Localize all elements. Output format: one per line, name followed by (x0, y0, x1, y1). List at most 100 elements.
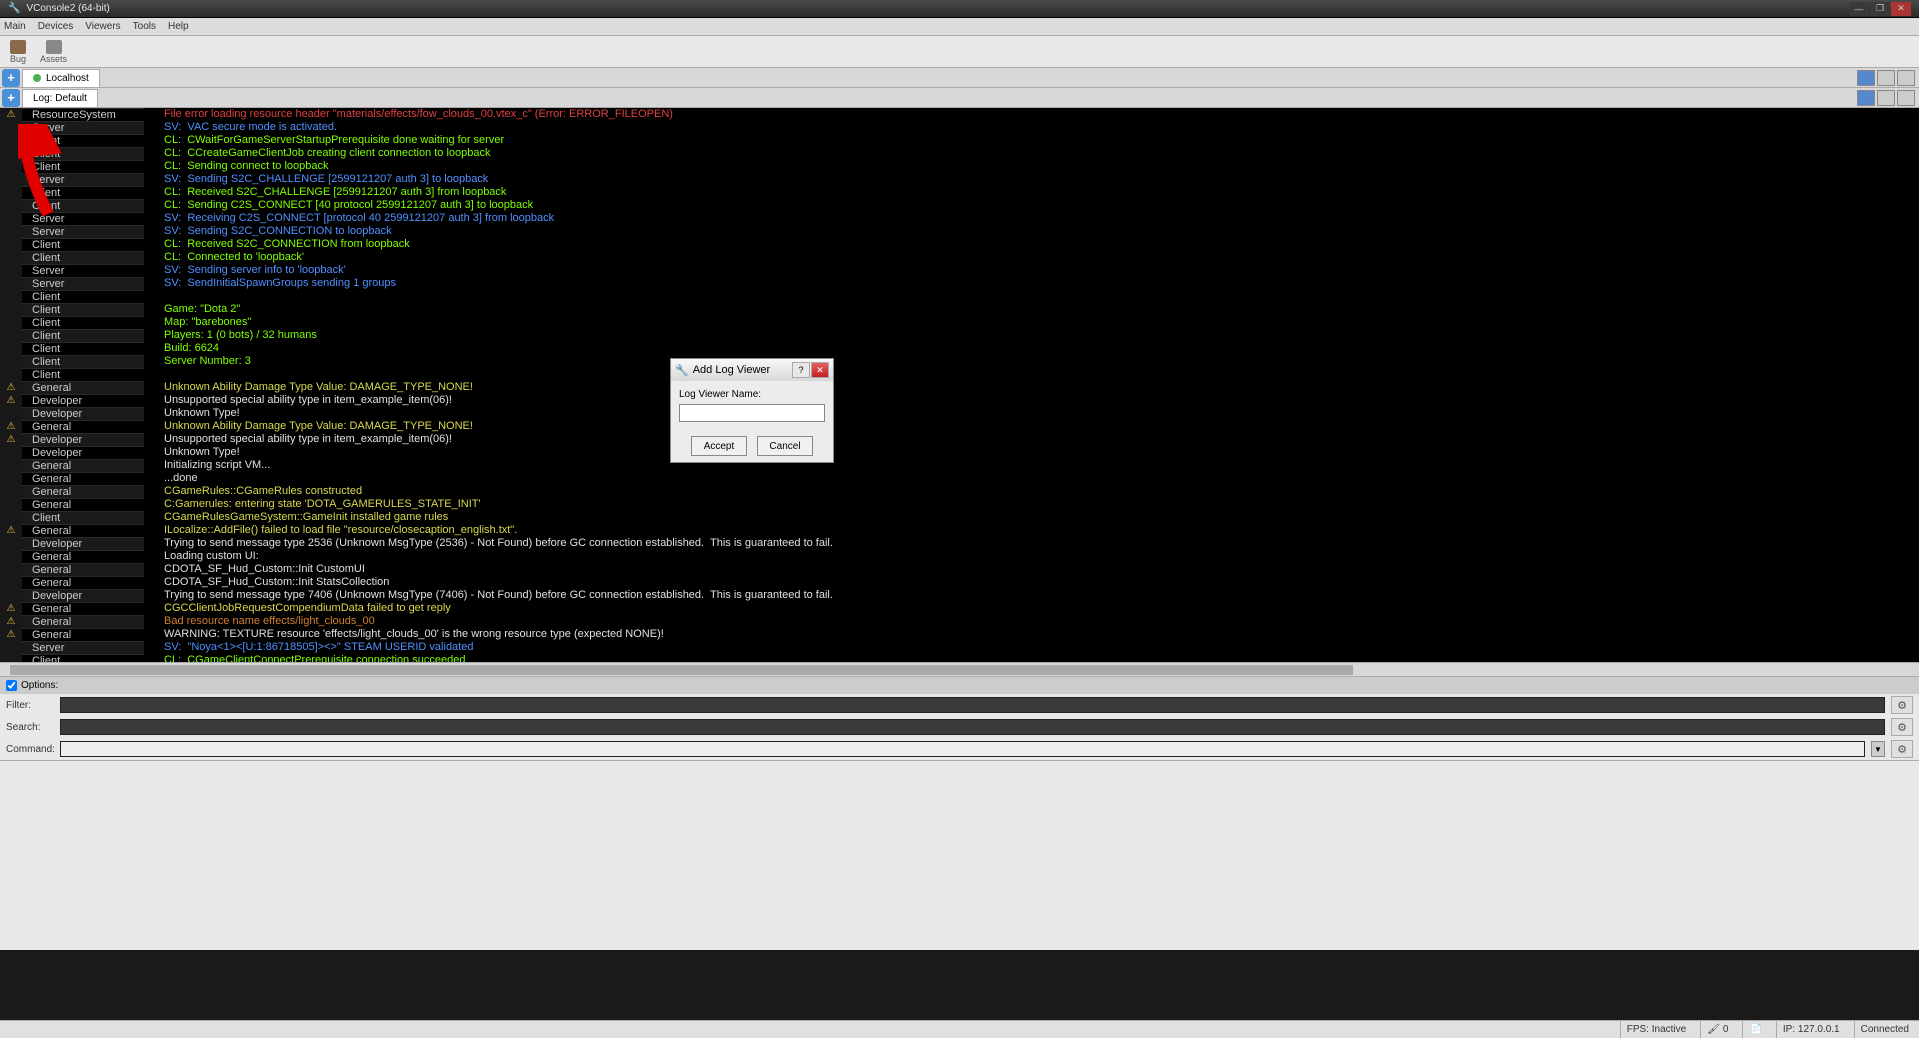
dialog-help-button[interactable]: ? (792, 362, 810, 378)
log-source: ResourceSystem (22, 108, 144, 121)
log-row[interactable]: DeveloperUnknown Type! (0, 407, 1919, 420)
log-row[interactable]: ⚠GeneralBad resource name effects/light_… (0, 615, 1919, 628)
log-source: General (22, 420, 144, 433)
view-split-v-button[interactable] (1897, 70, 1915, 86)
log-row[interactable]: ClientCL: CGameClientConnectPrerequisite… (0, 654, 1919, 662)
log-row[interactable]: ServerSV: Sending S2C_CONNECTION to loop… (0, 225, 1919, 238)
add-log-tab-button[interactable]: + (2, 89, 20, 107)
log-row[interactable]: ServerSV: VAC secure mode is activated. (0, 121, 1919, 134)
log-source: Client (22, 303, 144, 316)
log-row[interactable]: ⚠DeveloperUnsupported special ability ty… (0, 394, 1919, 407)
search-input[interactable] (60, 719, 1885, 735)
command-settings-button[interactable]: ⚙ (1891, 740, 1913, 758)
dialog-cancel-button[interactable]: Cancel (757, 436, 813, 456)
log-row[interactable]: ⚠DeveloperUnsupported special ability ty… (0, 433, 1919, 446)
log-row[interactable]: ServerSV: SendInitialSpawnGroups sending… (0, 277, 1919, 290)
toolbar-assets-label: Assets (40, 54, 67, 64)
log-row[interactable]: GeneralInitializing script VM... (0, 459, 1919, 472)
log-row[interactable]: ClientCL: Sending connect to loopback (0, 160, 1919, 173)
log-row[interactable]: ClientBuild: 6624 (0, 342, 1919, 355)
dialog-accept-button[interactable]: Accept (691, 436, 747, 456)
warning-icon (0, 498, 22, 511)
menu-tools[interactable]: Tools (133, 21, 156, 32)
status-connection: Connected (1854, 1021, 1915, 1038)
maximize-button[interactable]: ❐ (1870, 2, 1890, 16)
log-row[interactable]: ClientCL: CWaitForGameServerStartupPrere… (0, 134, 1919, 147)
warning-icon (0, 160, 22, 173)
minimize-button[interactable]: — (1849, 2, 1869, 16)
menu-help[interactable]: Help (168, 21, 189, 32)
log-output[interactable]: ⚠ResourceSystemFile error loading resour… (0, 108, 1919, 662)
command-dropdown-button[interactable]: ▼ (1871, 741, 1885, 757)
horizontal-scrollbar[interactable] (0, 662, 1919, 676)
toolbar-assets[interactable]: Assets (40, 40, 67, 64)
log-row[interactable]: ⚠GeneralUnknown Ability Damage Type Valu… (0, 381, 1919, 394)
view-split-h-button[interactable] (1877, 70, 1895, 86)
log-row[interactable]: ⚠GeneralCGCClientJobRequestCompendiumDat… (0, 602, 1919, 615)
log-row[interactable]: ClientCGameRulesGameSystem::GameInit ins… (0, 511, 1919, 524)
log-row[interactable]: ClientServer Number: 3 (0, 355, 1919, 368)
log-row[interactable]: GeneralCGameRules::CGameRules constructe… (0, 485, 1919, 498)
command-input[interactable] (60, 741, 1865, 757)
log-source: Client (22, 134, 144, 147)
filter-settings-button[interactable]: ⚙ (1891, 696, 1913, 714)
log-row[interactable]: DeveloperTrying to send message type 253… (0, 537, 1919, 550)
log-row[interactable]: ClientCL: CCreateGameClientJob creating … (0, 147, 1919, 160)
host-tab-localhost[interactable]: Localhost (22, 69, 100, 87)
log-row[interactable]: ServerSV: "Noya<1><[U:1:86718505]><>" ST… (0, 641, 1919, 654)
command-label: Command: (6, 744, 54, 755)
dialog-close-button[interactable]: ✕ (811, 362, 829, 378)
log-row[interactable]: General...done (0, 472, 1919, 485)
search-settings-button[interactable]: ⚙ (1891, 718, 1913, 736)
log-row[interactable]: ServerSV: Sending S2C_CHALLENGE [2599121… (0, 173, 1919, 186)
log-row[interactable]: ⚠GeneralILocalize::AddFile() failed to l… (0, 524, 1919, 537)
log-view-split-v-button[interactable] (1897, 90, 1915, 106)
log-row[interactable]: ClientCL: Received S2C_CONNECTION from l… (0, 238, 1919, 251)
log-source: Client (22, 511, 144, 524)
dialog-titlebar[interactable]: 🔧 Add Log Viewer ? ✕ (671, 359, 833, 381)
log-view-split-h-button[interactable] (1877, 90, 1895, 106)
log-row[interactable]: ⚠ResourceSystemFile error loading resour… (0, 108, 1919, 121)
options-checkbox[interactable] (6, 680, 17, 691)
log-message: Game: "Dota 2" (144, 303, 1919, 316)
log-row[interactable]: GeneralLoading custom UI: (0, 550, 1919, 563)
menu-viewers[interactable]: Viewers (85, 21, 120, 32)
log-row[interactable]: DeveloperUnknown Type! (0, 446, 1919, 459)
warning-icon (0, 186, 22, 199)
log-row[interactable]: ServerSV: Sending server info to 'loopba… (0, 264, 1919, 277)
log-row[interactable]: DeveloperTrying to send message type 740… (0, 589, 1919, 602)
warning-icon (0, 654, 22, 662)
log-row[interactable]: ⚠GeneralUnknown Ability Damage Type Valu… (0, 420, 1919, 433)
menu-devices[interactable]: Devices (38, 21, 74, 32)
add-host-tab-button[interactable]: + (2, 69, 20, 87)
menu-main[interactable]: Main (4, 21, 26, 32)
log-row[interactable]: ClientCL: Sending C2S_CONNECT [40 protoc… (0, 199, 1919, 212)
log-row[interactable]: ClientCL: Received S2C_CHALLENGE [259912… (0, 186, 1919, 199)
log-message: Build: 6624 (144, 342, 1919, 355)
log-row[interactable]: GeneralCDOTA_SF_Hud_Custom::Init StatsCo… (0, 576, 1919, 589)
log-row[interactable]: Client (0, 368, 1919, 381)
log-row[interactable]: ⚠GeneralWARNING: TEXTURE resource 'effec… (0, 628, 1919, 641)
log-viewer-name-input[interactable] (679, 404, 825, 422)
log-source: Client (22, 238, 144, 251)
log-source: Client (22, 355, 144, 368)
log-row[interactable]: ServerSV: Receiving C2S_CONNECT [protoco… (0, 212, 1919, 225)
log-row[interactable]: ClientPlayers: 1 (0 bots) / 32 humans (0, 329, 1919, 342)
log-view-single-button[interactable] (1857, 90, 1875, 106)
log-row[interactable]: GeneralCDOTA_SF_Hud_Custom::Init CustomU… (0, 563, 1919, 576)
toolbar-bug[interactable]: Bug (10, 40, 26, 64)
log-source: General (22, 628, 144, 641)
filter-input[interactable] (60, 697, 1885, 713)
log-tab-default[interactable]: Log: Default (22, 89, 98, 107)
log-row[interactable]: ClientCL: Connected to 'loopback' (0, 251, 1919, 264)
log-message: Initializing script VM... (144, 459, 1919, 472)
log-row[interactable]: ClientMap: "barebones" (0, 316, 1919, 329)
log-source: Client (22, 368, 144, 381)
close-button[interactable]: ✕ (1891, 2, 1911, 16)
warning-icon (0, 368, 22, 381)
log-row[interactable]: ClientGame: "Dota 2" (0, 303, 1919, 316)
warning-icon: ⚠ (0, 108, 22, 121)
log-row[interactable]: Client (0, 290, 1919, 303)
log-row[interactable]: GeneralC:Gamerules: entering state 'DOTA… (0, 498, 1919, 511)
view-single-button[interactable] (1857, 70, 1875, 86)
